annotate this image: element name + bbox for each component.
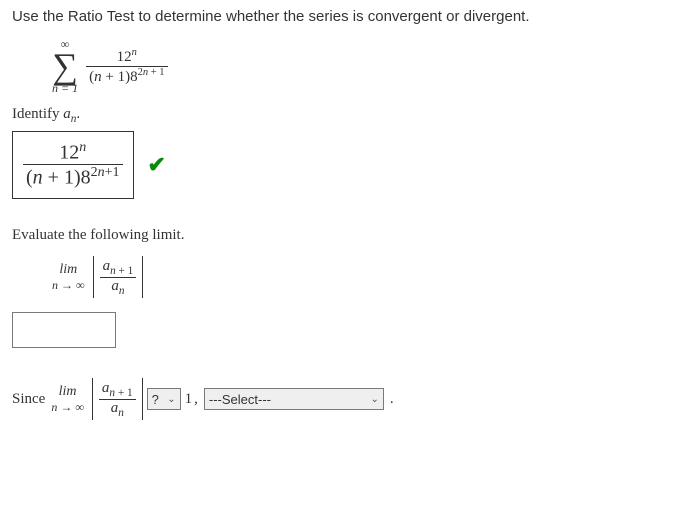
one-value: 1: [185, 391, 193, 408]
ratio-denominator: an: [108, 278, 127, 297]
an-numerator: 12n: [56, 140, 89, 165]
series-denominator: (n + 1)82n + 1: [86, 67, 167, 86]
sigma: ∞ ∑ n = 1: [52, 37, 78, 96]
since-lim-stack: lim n → ∞: [51, 384, 84, 415]
conclusion-select[interactable]: ---Select--- ⌄: [204, 388, 384, 410]
limit-answer-input[interactable]: [12, 312, 116, 348]
since-label: Since: [12, 391, 45, 408]
comma: ,: [194, 391, 198, 408]
lim-stack: lim n → ∞: [52, 262, 85, 293]
comparison-select[interactable]: ? ⌄: [147, 388, 181, 410]
series-fraction: 12n (n + 1)82n + 1: [86, 47, 167, 86]
evaluate-label: Evaluate the following limit.: [12, 227, 666, 244]
series-numerator: 12n: [114, 47, 140, 66]
ratio-numerator: an + 1: [100, 258, 137, 277]
identify-label: Identify an.: [12, 106, 666, 125]
sigma-symbol: ∑: [52, 52, 78, 81]
chevron-down-icon: ⌄: [370, 394, 378, 405]
problem-instruction: Use the Ratio Test to determine whether …: [12, 8, 666, 25]
period: .: [390, 391, 394, 408]
since-ratio-denominator: an: [108, 400, 127, 419]
chevron-down-icon: ⌄: [167, 394, 175, 405]
answer-box-an[interactable]: 12n (n + 1)82n+1: [12, 131, 134, 199]
series-expression: ∞ ∑ n = 1 12n (n + 1)82n + 1: [52, 37, 666, 96]
limit-expression: lim n → ∞ an + 1 an: [52, 256, 666, 298]
answer-row-an: 12n (n + 1)82n+1 ✔: [12, 131, 666, 199]
checkmark-icon: ✔: [148, 152, 166, 178]
an-denominator: (n + 1)82n+1: [23, 165, 123, 190]
since-ratio-numerator: an + 1: [99, 380, 136, 399]
sigma-lower: n = 1: [52, 81, 78, 96]
conclusion-row: Since lim n → ∞ an + 1 an ? ⌄ 1, ---Sele…: [12, 378, 666, 420]
